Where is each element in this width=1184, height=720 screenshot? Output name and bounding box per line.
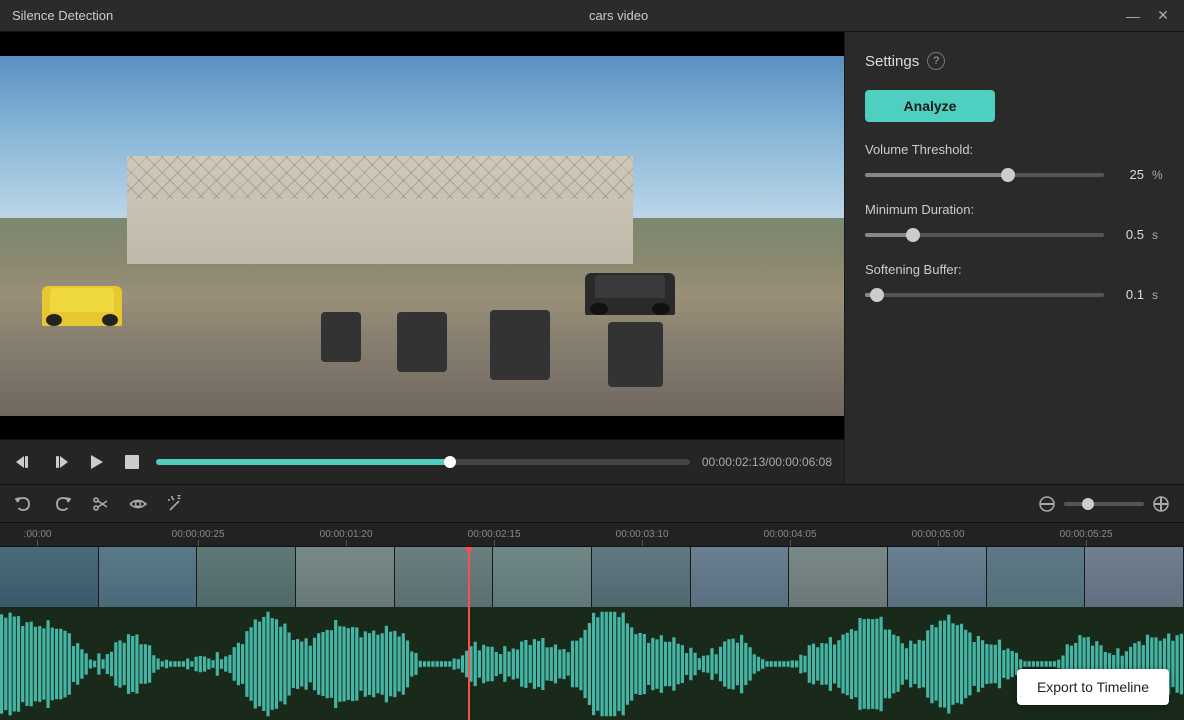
thumbnail-10 [888, 547, 987, 607]
playhead-head [463, 547, 475, 553]
ruler-tick-4: 00:00:03:10 [616, 529, 669, 546]
redo-button[interactable] [50, 492, 74, 516]
video-container [0, 32, 844, 439]
minimum-duration-slider[interactable] [865, 233, 1104, 237]
thumbnail-3 [197, 547, 296, 607]
thumbnail-6 [493, 547, 592, 607]
scene-tire-pile-2 [397, 312, 447, 372]
settings-header: Settings ? [865, 52, 1164, 70]
progress-handle[interactable] [444, 456, 456, 468]
softening-buffer-row: 0.1 s [865, 287, 1164, 302]
waveform [0, 607, 1184, 720]
thumbnail-strip [0, 547, 1184, 607]
step-back-button[interactable] [12, 450, 36, 474]
scene-tire-pile-4 [608, 322, 663, 387]
minimum-duration-group: Minimum Duration: 0.5 s [865, 202, 1164, 242]
minimum-duration-label: Minimum Duration: [865, 202, 1164, 217]
volume-threshold-unit: % [1152, 168, 1164, 182]
softening-buffer-label: Softening Buffer: [865, 262, 1164, 277]
progress-fill [156, 459, 450, 465]
ruler-tick-6: 00:00:05:00 [912, 529, 965, 546]
thumbnail-5 [395, 547, 494, 607]
video-frame [0, 56, 844, 416]
scene-tire-pile-3 [490, 310, 550, 380]
ruler-tick-2: 00:00:01:20 [320, 529, 373, 546]
softening-buffer-value: 0.1 [1112, 287, 1144, 302]
settings-panel: Settings ? Analyze Volume Threshold: 25 … [844, 32, 1184, 484]
info-icon[interactable]: ? [927, 52, 945, 70]
zoom-controls [1036, 493, 1172, 515]
minimum-duration-row: 0.5 s [865, 227, 1164, 242]
volume-threshold-value: 25 [1112, 167, 1144, 182]
file-name: cars video [589, 8, 648, 23]
scene-building [127, 156, 633, 264]
ruler-tick-7: 00:00:05:25 [1060, 529, 1113, 546]
window-controls: — ✕ [1124, 7, 1172, 25]
zoom-slider[interactable] [1064, 502, 1144, 506]
thumbnail-12 [1085, 547, 1184, 607]
softening-slider-handle[interactable] [870, 288, 884, 302]
playhead [468, 547, 470, 720]
audio-track [0, 607, 1184, 720]
volume-threshold-label: Volume Threshold: [865, 142, 1164, 157]
zoom-slider-handle[interactable] [1082, 498, 1094, 510]
volume-threshold-row: 25 % [865, 167, 1164, 182]
timeline-ruler: :00:00 00:00:00:25 00:00:01:20 00:00:02:… [0, 523, 1184, 547]
stop-button[interactable] [120, 450, 144, 474]
ruler-tick-0: :00:00 [24, 529, 52, 546]
analyze-button[interactable]: Analyze [865, 90, 995, 122]
minimize-button[interactable]: — [1124, 7, 1142, 25]
softening-buffer-slider[interactable] [865, 293, 1104, 297]
video-track [0, 547, 1184, 607]
ruler-tick-5: 00:00:04:05 [764, 529, 817, 546]
ruler-tick-3: 00:00:02:15 [468, 529, 521, 546]
thumbnail-9 [789, 547, 888, 607]
progress-bar[interactable] [156, 459, 690, 465]
video-panel: 00:00:02:13/00:00:06:08 [0, 32, 844, 484]
main-area: 00:00:02:13/00:00:06:08 Settings ? Analy… [0, 32, 1184, 484]
zoom-out-button[interactable] [1036, 493, 1058, 515]
volume-threshold-slider[interactable] [865, 173, 1104, 177]
thumbnail-4 [296, 547, 395, 607]
softening-buffer-unit: s [1152, 288, 1164, 302]
thumbnail-2 [99, 547, 198, 607]
magic-button[interactable] [164, 492, 188, 516]
titlebar: Silence Detection cars video — ✕ [0, 0, 1184, 32]
video-controls: 00:00:02:13/00:00:06:08 [0, 439, 844, 484]
ruler-tick-1: 00:00:00:25 [172, 529, 225, 546]
timeline-toolbar [0, 485, 1184, 523]
thumbnail-1 [0, 547, 99, 607]
step-forward-button[interactable] [48, 450, 72, 474]
minimum-duration-value: 0.5 [1112, 227, 1144, 242]
scene-tire-pile-1 [321, 312, 361, 362]
close-button[interactable]: ✕ [1154, 7, 1172, 25]
timeline-area: :00:00 00:00:00:25 00:00:01:20 00:00:02:… [0, 484, 1184, 720]
softening-buffer-group: Softening Buffer: 0.1 s [865, 262, 1164, 302]
play-button[interactable] [84, 450, 108, 474]
minimum-duration-unit: s [1152, 228, 1164, 242]
tracks-container [0, 547, 1184, 720]
volume-slider-handle[interactable] [1001, 168, 1015, 182]
app-title: Silence Detection [12, 8, 113, 23]
volume-threshold-group: Volume Threshold: 25 % [865, 142, 1164, 182]
settings-title: Settings [865, 53, 919, 70]
export-to-timeline-button[interactable]: Export to Timeline [1017, 669, 1169, 705]
volume-slider-fill [865, 173, 1008, 177]
thumbnail-11 [987, 547, 1086, 607]
min-duration-slider-handle[interactable] [906, 228, 920, 242]
scene-car-dark [585, 273, 675, 315]
zoom-in-button[interactable] [1150, 493, 1172, 515]
eye-button[interactable] [126, 492, 150, 516]
scissors-button[interactable] [88, 492, 112, 516]
timeline-content[interactable]: :00:00 00:00:00:25 00:00:01:20 00:00:02:… [0, 523, 1184, 720]
thumbnail-8 [691, 547, 790, 607]
thumbnail-7 [592, 547, 691, 607]
undo-button[interactable] [12, 492, 36, 516]
scene-car-yellow [42, 286, 122, 326]
time-display: 00:00:02:13/00:00:06:08 [702, 455, 832, 469]
